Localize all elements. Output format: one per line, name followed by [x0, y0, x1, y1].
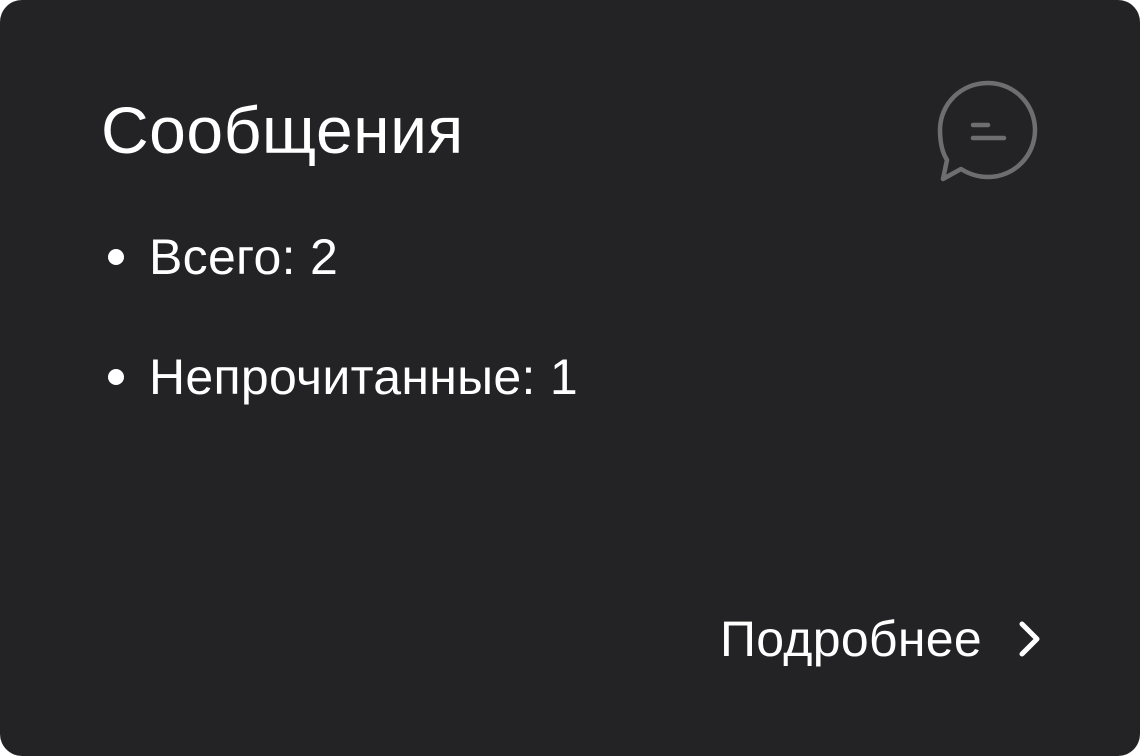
list-item: Всего: 2 — [108, 222, 578, 292]
more-details-label: Подробнее — [719, 611, 982, 667]
list-item: Непрочитанные: 1 — [108, 342, 578, 412]
card-title: Сообщения — [101, 93, 464, 167]
bullet — [108, 249, 124, 265]
more-details-link[interactable]: Подробнее — [720, 604, 1044, 674]
bullet — [108, 369, 124, 385]
chat-bubble-icon — [937, 80, 1038, 182]
stats-list: Всего: 2 Непрочитанные: 1 — [108, 222, 578, 462]
messages-card: Сообщения Всего: 2 Непрочитанные: 1 Подр… — [0, 0, 1140, 756]
chevron-right-icon — [1019, 621, 1040, 657]
stat-unread: Непрочитанные: 1 — [149, 349, 578, 405]
stat-total: Всего: 2 — [149, 229, 339, 285]
